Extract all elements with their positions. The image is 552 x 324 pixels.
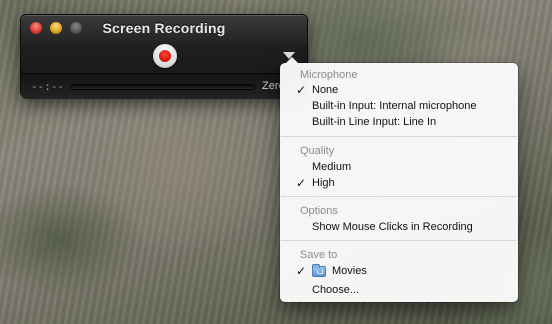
- menu-item-mic-none[interactable]: ✓ None: [280, 83, 518, 99]
- menu-header-quality: Quality: [280, 144, 518, 160]
- record-dot-icon: [159, 50, 171, 62]
- menu-header-save-to: Save to: [280, 248, 518, 264]
- menu-item-quality-medium[interactable]: Medium: [280, 160, 518, 176]
- window-title: Screen Recording: [102, 20, 226, 36]
- menu-header-label: Microphone: [300, 69, 358, 81]
- menu-item-mic-line-in[interactable]: Built-in Line Input: Line In: [280, 115, 518, 131]
- menu-item-label: Built-in Line Input: Line In: [312, 116, 437, 128]
- screen-recording-window: Screen Recording --:-- Zero KB: [20, 14, 308, 99]
- recording-progress-track: [70, 84, 255, 90]
- menu-item-label: Show Mouse Clicks in Recording: [312, 221, 473, 233]
- menu-item-label: Choose...: [312, 284, 360, 296]
- menu-header-options: Options: [280, 204, 518, 220]
- checkmark-icon: ✓: [296, 264, 307, 278]
- menu-item-choose-folder[interactable]: Choose...: [280, 283, 518, 299]
- checkmark-icon: ✓: [296, 176, 307, 190]
- checkmark-icon: ✓: [296, 83, 307, 97]
- menu-item-label: None: [312, 84, 339, 96]
- menu-item-label: High: [312, 177, 335, 189]
- menu-separator: [281, 240, 517, 241]
- folder-icon: [312, 264, 326, 277]
- menu-item-quality-high[interactable]: ✓ High: [280, 176, 518, 192]
- menu-header-microphone: Microphone: [280, 68, 518, 84]
- recording-options-menu: Microphone ✓ None Built-in Input: Intern…: [280, 57, 518, 302]
- menu-item-label: Built-in Input: Internal microphone: [312, 100, 477, 112]
- record-button[interactable]: [153, 44, 177, 68]
- menu-item-label: Medium: [312, 161, 352, 173]
- menu-separator: [281, 196, 517, 197]
- menu-item-mic-internal[interactable]: Built-in Input: Internal microphone: [280, 99, 518, 115]
- menu-separator: [281, 136, 517, 137]
- menu-item-show-mouse-clicks[interactable]: Show Mouse Clicks in Recording: [280, 220, 518, 236]
- menu-header-label: Options: [300, 205, 338, 217]
- menu-item-save-movies[interactable]: ✓ Movies: [280, 264, 518, 280]
- menu-header-label: Quality: [300, 145, 335, 157]
- menu-item-label: Movies: [332, 265, 367, 277]
- menu-header-label: Save to: [300, 249, 338, 261]
- elapsed-time: --:--: [31, 80, 65, 93]
